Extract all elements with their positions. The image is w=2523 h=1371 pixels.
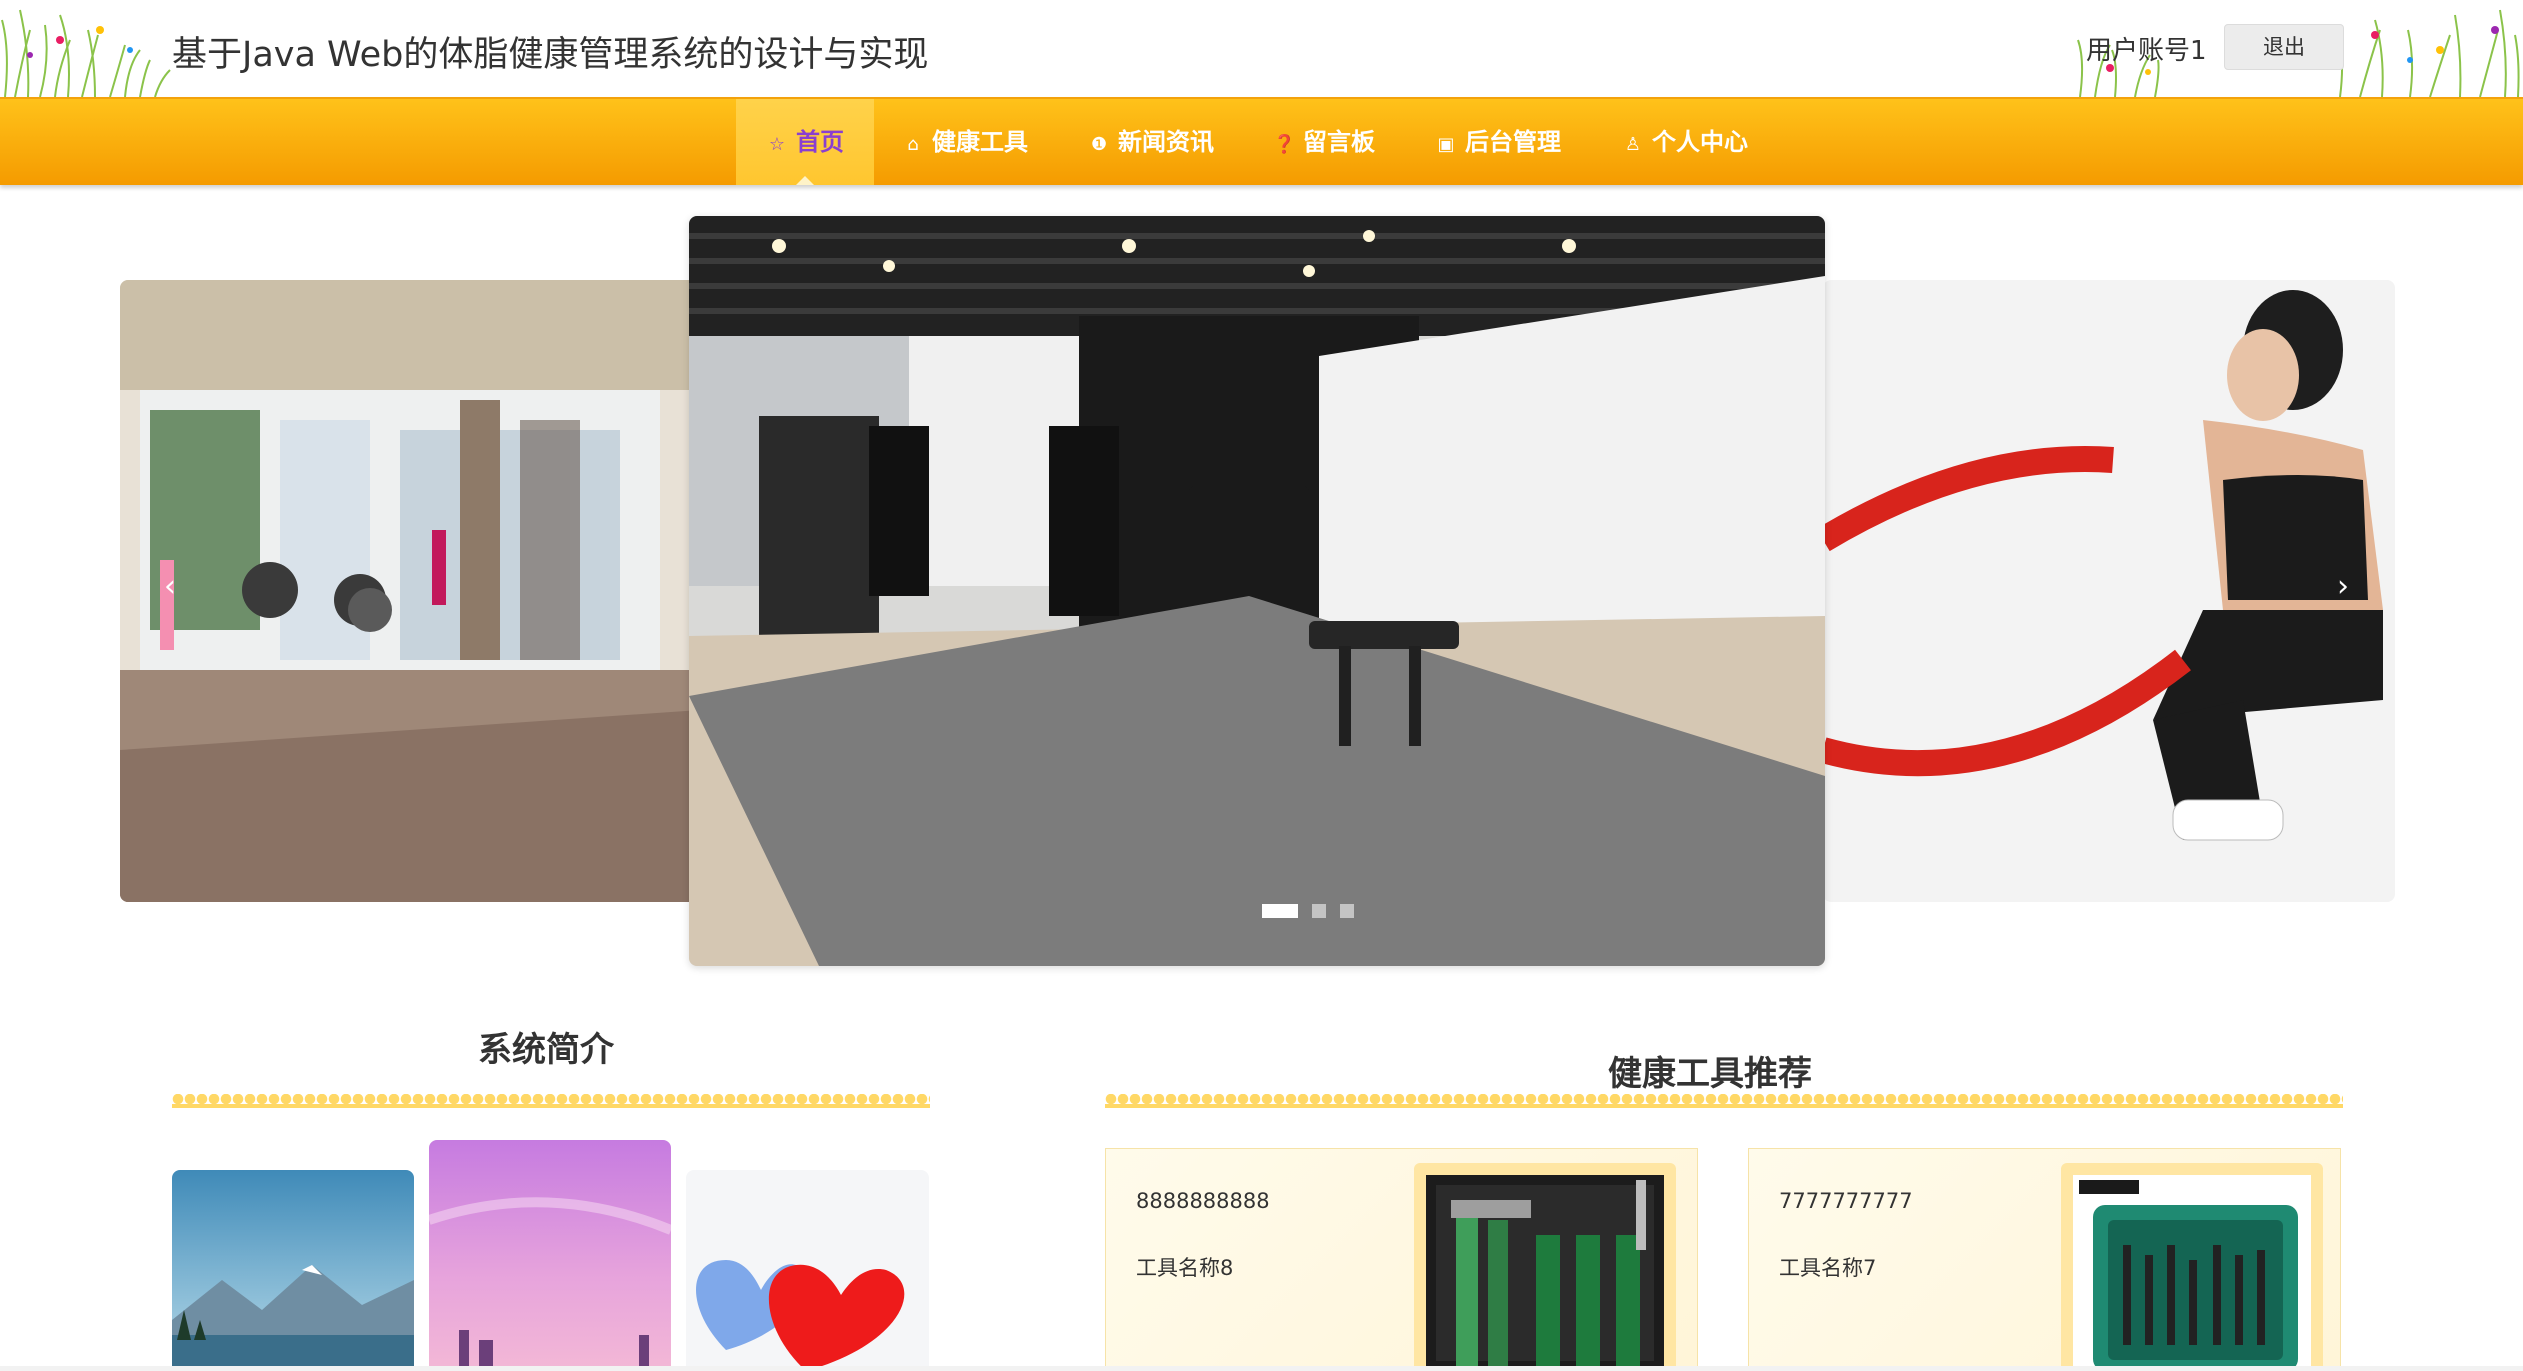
intro-title-divider — [172, 1094, 930, 1112]
nav-item-label: 健康工具 — [932, 128, 1028, 156]
carousel-prev-arrow[interactable]: ‹ — [155, 572, 185, 602]
nav-item-message-board[interactable]: ❓ 留言板 — [1273, 99, 1375, 185]
tool-card-name: 工具名称8 — [1136, 1256, 1234, 1280]
tool-kit-black-image — [1426, 1175, 1664, 1367]
page-bottom-edge — [0, 1366, 2523, 1371]
intro-image-lake[interactable] — [172, 1170, 414, 1371]
tool-card-image-frame — [1414, 1163, 1676, 1367]
battle-rope-workout-image — [1823, 280, 2395, 902]
nav-item-personal-center[interactable]: ♙ 个人中心 — [1622, 99, 1748, 185]
intro-section-title: 系统简介 — [478, 1030, 614, 1070]
carousel-dot-1[interactable] — [1262, 903, 1298, 918]
nav-item-news[interactable]: ❶ 新闻资讯 — [1088, 99, 1214, 185]
intro-image-hearts[interactable] — [686, 1170, 929, 1371]
user-icon: ♙ — [1624, 134, 1642, 155]
nav-item-label: 个人中心 — [1652, 128, 1748, 156]
tool-card-image-frame — [2061, 1163, 2323, 1367]
carousel-slide-gym-interior[interactable] — [120, 280, 700, 902]
watercolor-hearts-image — [686, 1170, 929, 1371]
star-outline-icon: ☆ — [768, 134, 786, 155]
nav-item-label: 新闻资讯 — [1118, 128, 1214, 156]
carousel-slide-fitness-equipment[interactable] — [689, 216, 1825, 966]
current-username: 用户账号1 — [2086, 36, 2207, 66]
carousel-indicators — [1262, 900, 1368, 920]
briefcase-icon: ▣ — [1437, 134, 1455, 155]
gym-interior-image — [120, 280, 700, 902]
nav-item-label: 首页 — [796, 128, 844, 156]
tool-card-number: 8888888888 — [1136, 1189, 1270, 1213]
nav-item-admin[interactable]: ▣ 后台管理 — [1435, 99, 1561, 185]
tool-card-number: 7777777777 — [1779, 1189, 1913, 1213]
grass-decoration-right — [2337, 9, 2520, 97]
bag-icon: ⌂ — [907, 134, 919, 155]
top-header: 基于Java Web的体脂健康管理系统的设计与实现 用户账号1 退出 — [0, 0, 2523, 97]
tool-card[interactable]: 8888888888 工具名称8 — [1105, 1148, 1698, 1368]
carousel-slide-battle-rope[interactable] — [1823, 280, 2395, 902]
carousel-dot-3[interactable] — [1340, 903, 1354, 918]
tool-card[interactable]: 7777777777 工具名称7 — [1748, 1148, 2341, 1368]
purple-sky-image — [429, 1140, 671, 1371]
nav-item-label: 留言板 — [1303, 128, 1375, 156]
site-title: 基于Java Web的体脂健康管理系统的设计与实现 — [172, 35, 929, 75]
tools-title-divider — [1105, 1094, 2343, 1112]
tool-card-name: 工具名称7 — [1779, 1256, 1877, 1280]
lake-mountain-image — [172, 1170, 414, 1371]
nav-item-health-tools[interactable]: ⌂ 健康工具 — [902, 99, 1028, 185]
intro-image-purple-sky[interactable] — [429, 1140, 671, 1371]
carousel-next-arrow[interactable]: › — [2328, 572, 2358, 602]
info-circle-icon: ❶ — [1090, 134, 1108, 155]
fitness-equipment-image — [689, 216, 1825, 966]
logout-button[interactable]: 退出 — [2224, 24, 2344, 70]
nav-item-label: 后台管理 — [1465, 128, 1561, 156]
nav-item-home[interactable]: ☆ 首页 — [736, 99, 874, 185]
question-circle-icon: ❓ — [1273, 134, 1296, 155]
carousel-dot-2[interactable] — [1312, 903, 1326, 918]
main-nav: ☆ 首页 ⌂ 健康工具 ❶ 新闻资讯 ❓ 留言板 ▣ 后台管理 ♙ 个人中心 — [0, 97, 2523, 185]
tool-kit-green-image — [2073, 1175, 2311, 1367]
tools-section-title: 健康工具推荐 — [1608, 1054, 1812, 1094]
